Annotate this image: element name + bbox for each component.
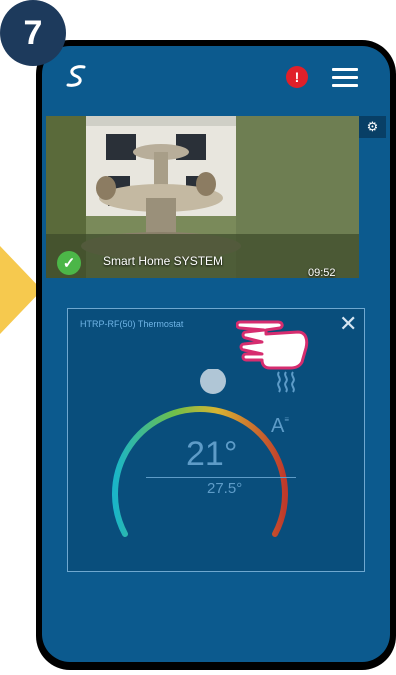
thermostat-title: HTRP-RF(50) Thermostat bbox=[80, 319, 184, 329]
status-check-icon: ✓ bbox=[57, 251, 81, 275]
alert-icon[interactable]: ! bbox=[286, 66, 308, 88]
temperature-divider bbox=[146, 477, 296, 478]
auto-mode-icon[interactable]: A≡ bbox=[271, 415, 289, 438]
top-bar: ! bbox=[42, 46, 390, 116]
app-screen: ! ✓ Smart Home SYSTEM 09:52 ⚙ HTRP-RF(50… bbox=[42, 46, 390, 662]
set-temperature: 27.5° bbox=[207, 480, 243, 497]
thermostat-card[interactable]: HTRP-RF(50) Thermostat ✕ 21° 27.5° bbox=[67, 308, 365, 572]
heat-waves-icon bbox=[275, 370, 297, 399]
camera-tile[interactable]: ✓ Smart Home SYSTEM 09:52 bbox=[46, 116, 359, 278]
syxthsense-logo-icon[interactable] bbox=[62, 61, 92, 91]
close-icon[interactable]: ✕ bbox=[339, 311, 357, 337]
current-temperature: 21° bbox=[186, 435, 238, 473]
auto-mode-label: A bbox=[271, 415, 285, 437]
camera-name: Smart Home SYSTEM bbox=[103, 254, 224, 268]
hamburger-menu-icon[interactable] bbox=[332, 68, 358, 87]
pointing-hand-icon bbox=[236, 320, 309, 370]
camera-time: 09:52 bbox=[308, 267, 336, 278]
dial-handle[interactable] bbox=[200, 369, 226, 394]
step-badge: 7 bbox=[0, 0, 66, 66]
gear-icon[interactable]: ⚙ bbox=[359, 116, 386, 138]
